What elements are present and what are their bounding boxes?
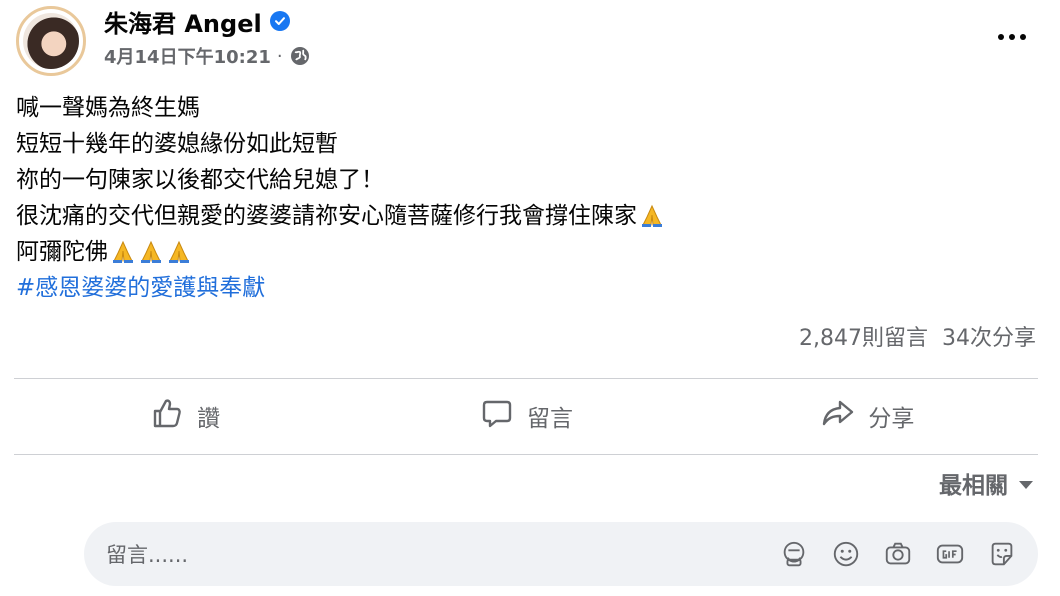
- comment-bubble-icon: [479, 395, 515, 437]
- post-meta: 4月14日下午10:21 ·: [104, 42, 311, 70]
- author-name[interactable]: 朱海君 Angel: [104, 4, 262, 39]
- share-label: 分享: [868, 406, 915, 432]
- hashtag-link[interactable]: #感恩婆婆的愛護與奉獻: [16, 270, 1016, 306]
- divider: [14, 378, 1038, 379]
- comment-input[interactable]: 留言......: [84, 522, 1038, 586]
- avatar[interactable]: [16, 6, 86, 76]
- post-line: 短短十幾年的婆媳緣份如此短暫: [16, 131, 338, 157]
- meta-separator: ·: [276, 45, 283, 67]
- comment-label: 留言: [526, 406, 573, 432]
- caret-down-icon: [1018, 470, 1034, 496]
- post-body: 喊一聲媽為終生媽 短短十幾年的婆媳緣份如此短暫 祢的一句陳家以後都交代給兒媳了！…: [16, 90, 1016, 306]
- globe-icon[interactable]: [289, 45, 311, 67]
- action-bar: 讚 留言 分享: [14, 380, 1038, 452]
- post-timestamp[interactable]: 4月14日下午10:21: [104, 43, 271, 69]
- thumbs-up-icon: [149, 395, 185, 437]
- gif-icon[interactable]: [934, 538, 966, 570]
- praying-hands-icon: [138, 239, 164, 265]
- post-line-with-emoji: 阿彌陀佛: [16, 234, 1016, 270]
- post-line: 很沈痛的交代但親愛的婆婆請祢安心隨菩薩修行我會撐住陳家: [16, 203, 637, 229]
- comment-button[interactable]: 留言: [355, 380, 696, 452]
- avatar-sticker-icon[interactable]: [778, 538, 810, 570]
- facebook-post: 朱海君 Angel 4月14日下午10:21 · 喊一聲媽為終生媽 短短十幾年的…: [0, 0, 1060, 596]
- author-row: 朱海君 Angel: [104, 4, 290, 38]
- verified-badge-icon: [269, 11, 290, 31]
- sticker-icon[interactable]: [986, 538, 1018, 570]
- sort-label: 最相關: [939, 473, 1008, 499]
- praying-hands-icon: [110, 239, 136, 265]
- comment-placeholder[interactable]: 留言......: [106, 539, 778, 569]
- engagement-counts: 2,847則留言 34次分享: [799, 320, 1036, 352]
- post-line: 祢的一句陳家以後都交代給兒媳了！: [16, 167, 384, 193]
- like-button[interactable]: 讚: [14, 380, 355, 452]
- camera-icon[interactable]: [882, 538, 914, 570]
- post-line: 阿彌陀佛: [16, 239, 108, 265]
- post-line-with-emoji: 很沈痛的交代但親愛的婆婆請祢安心隨菩薩修行我會撐住陳家: [16, 198, 1016, 234]
- share-arrow-icon: [820, 395, 856, 437]
- divider: [14, 454, 1038, 455]
- post-line: 喊一聲媽為終生媽: [16, 95, 200, 121]
- comment-count[interactable]: 2,847則留言: [799, 320, 928, 352]
- praying-hands-icon: [639, 203, 665, 229]
- share-button[interactable]: 分享: [697, 380, 1038, 452]
- emoji-icon[interactable]: [830, 538, 862, 570]
- praying-hands-icon: [166, 239, 192, 265]
- comment-tools: [778, 538, 1018, 570]
- share-count[interactable]: 34次分享: [942, 320, 1036, 352]
- like-label: 讚: [197, 406, 221, 432]
- comment-sort-dropdown[interactable]: 最相關: [939, 466, 1034, 500]
- more-options-icon[interactable]: [992, 20, 1032, 54]
